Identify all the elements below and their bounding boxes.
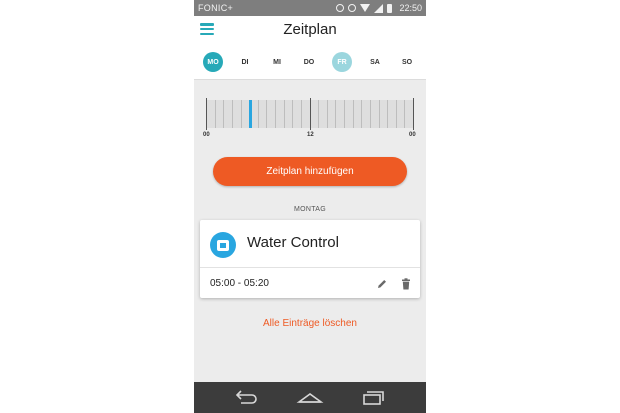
timeline-hour-tick bbox=[335, 100, 336, 128]
day-do[interactable]: DO bbox=[299, 52, 319, 72]
day-di[interactable]: DI bbox=[235, 52, 255, 72]
timeline-hour-tick bbox=[318, 100, 319, 128]
timeline-hour-tick bbox=[301, 100, 302, 128]
alarm-icon bbox=[348, 4, 356, 12]
timeline-hour-tick bbox=[223, 100, 224, 128]
add-schedule-button[interactable]: Zeitplan hinzufügen bbox=[213, 157, 407, 186]
status-icons bbox=[336, 2, 392, 14]
day-sa[interactable]: SA bbox=[365, 52, 385, 72]
timeline-hour-tick bbox=[344, 100, 345, 128]
schedule-entry-card[interactable]: Water Control 05:00 - 05:20 bbox=[200, 220, 420, 298]
status-bar: FONIC+ 22:50 bbox=[194, 0, 426, 16]
timeline-hour-tick bbox=[241, 100, 242, 128]
status-time: 22:50 bbox=[399, 3, 422, 13]
timeline-hour-tick bbox=[370, 100, 371, 128]
timeline-major-tick bbox=[206, 98, 207, 130]
edit-icon[interactable] bbox=[376, 278, 388, 290]
timeline-hour-tick bbox=[232, 100, 233, 128]
card-divider bbox=[200, 267, 420, 268]
timeline-hour-tick bbox=[353, 100, 354, 128]
signal-icon bbox=[374, 3, 383, 13]
back-icon[interactable] bbox=[232, 389, 260, 407]
timeline-hour-tick bbox=[396, 100, 397, 128]
app-header: Zeitplan bbox=[194, 16, 426, 48]
bluetooth-icon bbox=[336, 4, 344, 12]
timeline-hour-tick bbox=[361, 100, 362, 128]
carrier-label: FONIC+ bbox=[198, 3, 234, 13]
device-name: Water Control bbox=[247, 234, 339, 251]
timeline-major-tick bbox=[413, 98, 414, 130]
timeline-label-noon: 12 bbox=[307, 132, 314, 138]
timeline-hour-tick bbox=[266, 100, 267, 128]
timeline-hour-tick bbox=[284, 100, 285, 128]
phone-screen: FONIC+ 22:50 Zeitplan MO DI MI DO FR SA SO 00 … bbox=[194, 0, 426, 413]
battery-icon bbox=[387, 3, 392, 13]
scheduled-slot-marker[interactable] bbox=[249, 100, 252, 128]
day-selector: MO DI MI DO FR SA SO bbox=[194, 48, 426, 80]
timeline-hour-tick bbox=[379, 100, 380, 128]
day-timeline[interactable] bbox=[206, 98, 414, 130]
section-heading: MONTAG bbox=[293, 206, 326, 213]
wifi-icon bbox=[360, 4, 370, 12]
timeline-hour-tick bbox=[258, 100, 259, 128]
timeline-label-end: 00 bbox=[409, 132, 416, 138]
timeline-hour-tick bbox=[327, 100, 328, 128]
timeline-hour-tick bbox=[275, 100, 276, 128]
delete-icon[interactable] bbox=[401, 278, 411, 290]
android-nav-bar bbox=[194, 382, 426, 413]
day-mi[interactable]: MI bbox=[267, 52, 287, 72]
water-control-icon bbox=[210, 232, 236, 258]
timeline-hour-tick bbox=[215, 100, 216, 128]
timeline-hour-tick bbox=[292, 100, 293, 128]
timeline-major-tick bbox=[310, 98, 311, 130]
page-title: Zeitplan bbox=[283, 21, 337, 38]
timeline-hour-tick bbox=[387, 100, 388, 128]
entry-time-range: 05:00 - 05:20 bbox=[210, 278, 269, 289]
day-mo[interactable]: MO bbox=[203, 52, 223, 72]
recent-apps-icon[interactable] bbox=[360, 389, 388, 407]
clear-all-link[interactable]: Alle Einträge löschen bbox=[194, 318, 426, 329]
timeline-label-start: 00 bbox=[203, 132, 210, 138]
home-icon[interactable] bbox=[296, 389, 324, 407]
timeline-hour-tick bbox=[404, 100, 405, 128]
day-so[interactable]: SO bbox=[397, 52, 417, 72]
day-fr[interactable]: FR bbox=[332, 52, 352, 72]
